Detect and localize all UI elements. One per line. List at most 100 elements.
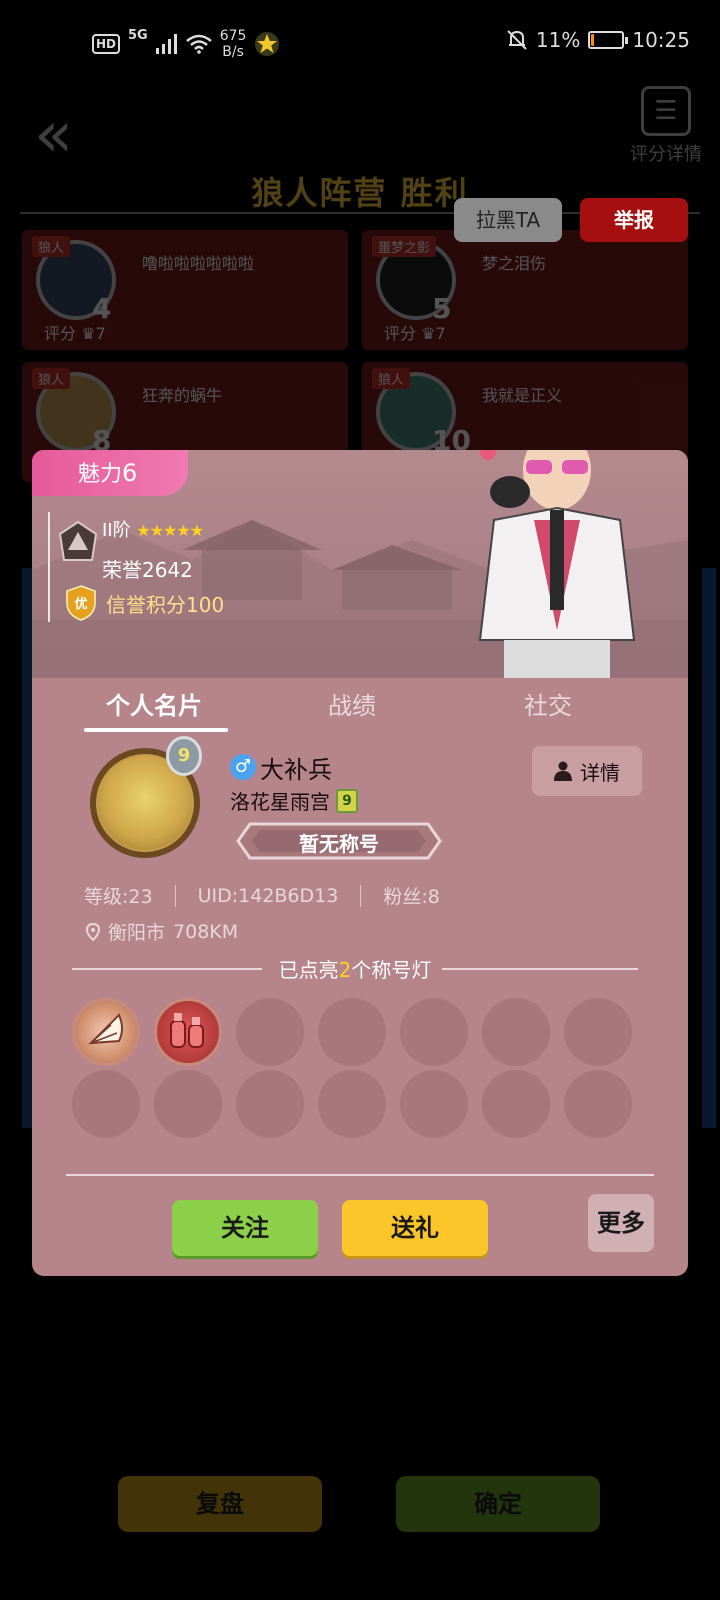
title-lamp-empty — [482, 1070, 550, 1138]
stat-separator — [360, 884, 362, 907]
more-button[interactable]: 更多 — [588, 1194, 654, 1252]
credit-badge-text: 优 — [74, 596, 87, 612]
title-lamp-empty — [564, 998, 632, 1066]
rank-level-text: II阶 — [102, 520, 131, 541]
stat-separator — [174, 884, 176, 907]
player-score: 评分 ♛7 — [44, 324, 106, 343]
player-name: 梦之泪伤 — [482, 254, 547, 273]
person-icon — [554, 761, 572, 781]
location-pin-icon — [86, 922, 100, 941]
location: 衡阳市 708KM — [86, 918, 238, 945]
replay-button[interactable]: 复盘 — [118, 1476, 322, 1532]
fans-stat: 粉丝:8 — [383, 886, 440, 908]
hd-indicator: HD — [92, 34, 121, 54]
location-distance: 708KM — [173, 920, 239, 943]
signal-bars-icon — [155, 34, 177, 54]
blacklist-button[interactable]: 拉黑TA — [454, 198, 562, 242]
title-lamp-empty — [72, 1070, 140, 1138]
charm-badge: 魅力6 — [32, 450, 188, 496]
honor: 荣誉2642 — [102, 554, 203, 583]
status-bar: HD 5G 675 B/s 11% 10:25 — [0, 0, 720, 88]
title-lamp-empty — [318, 998, 386, 1066]
player-card[interactable]: 噩梦之影 5 梦之泪伤 评分 ♛7 — [362, 230, 688, 350]
gift-button[interactable]: 送礼 — [342, 1200, 488, 1256]
player-card[interactable]: 狼人 4 噜啦啦啦啦啦啦 评分 ♛7 — [22, 230, 348, 350]
clock: 10:25 — [632, 28, 690, 52]
list-icon: ☰ — [641, 86, 691, 136]
guild-info[interactable]: 洛花星雨宫 9 — [230, 786, 358, 815]
star-app-icon — [255, 32, 280, 56]
signal-5g: 5G — [128, 28, 148, 43]
footer-divider — [66, 1174, 654, 1176]
tab-profile-card[interactable]: 个人名片 — [106, 686, 202, 721]
title-lamp-empty — [236, 1070, 304, 1138]
player-score-value: 7 — [95, 324, 106, 343]
rank-emblem-icon — [58, 520, 98, 561]
active-tab-indicator — [84, 728, 228, 732]
profile-header: 魅力6 II阶 ★★★★★ 荣誉2642 优 信誉积分100 — [32, 450, 688, 678]
player-score-value: 7 — [435, 324, 446, 343]
player-score-label: 评分 — [384, 324, 417, 343]
title-lamp-empty — [318, 1070, 386, 1138]
status-left: HD 5G 675 B/s — [92, 28, 280, 60]
title-lamp-fan-icon[interactable] — [72, 998, 140, 1066]
detail-label: 详情 — [580, 760, 620, 785]
credit-label: 信誉积分 — [106, 592, 186, 617]
lit-count: 2 — [338, 958, 352, 982]
net-speed-value: 675 — [219, 28, 247, 44]
wifi-icon — [185, 34, 212, 54]
credit-text: 信誉积分100 — [106, 589, 224, 618]
guild-level-badge: 9 — [336, 788, 358, 813]
net-speed-unit: B/s — [222, 44, 244, 60]
player-tag: 噩梦之影 — [372, 236, 437, 257]
mute-bell-icon — [507, 30, 527, 50]
rank-level: II阶 ★★★★★ — [102, 516, 204, 542]
player-score: 评分 ♛7 — [384, 324, 446, 343]
location-city: 衡阳市 — [108, 922, 166, 944]
title-lamp-empty — [154, 1070, 222, 1138]
rating-detail-label: 评分详情 — [630, 144, 702, 165]
player-name: 我就是正义 — [482, 386, 563, 405]
title-lamp-empty — [564, 1070, 632, 1138]
rank-stars: ★★★★★ — [136, 521, 204, 540]
title-lamp-empty — [400, 1070, 468, 1138]
player-nickname: 大补兵 — [260, 756, 332, 784]
level-stat: 等级:23 — [84, 886, 153, 908]
battery-icon — [588, 31, 629, 49]
status-right: 11% 10:25 — [506, 28, 690, 52]
lit-titles-text: 已点亮2个称号灯 — [72, 954, 638, 983]
battery-fill — [591, 34, 595, 46]
guild-name: 洛花星雨宫 — [230, 790, 330, 814]
credit-value: 100 — [186, 592, 225, 617]
detail-button[interactable]: 详情 — [532, 746, 642, 796]
follow-button[interactable]: 关注 — [172, 1200, 318, 1256]
back-arrow-icon[interactable]: « — [34, 98, 73, 172]
credit-info: 优 信誉积分100 — [48, 584, 224, 622]
rating-detail-button[interactable]: ☰ 评分详情 — [630, 86, 702, 166]
title-lamp-empty — [236, 998, 304, 1066]
player-tag: 狼人 — [372, 368, 411, 389]
profile-card: 魅力6 II阶 ★★★★★ 荣誉2642 优 信誉积分100 个人名片 战绩 社… — [32, 450, 688, 1276]
tab-record[interactable]: 战绩 — [328, 686, 376, 721]
credit-shield-icon: 优 — [66, 585, 96, 621]
confirm-button[interactable]: 确定 — [396, 1476, 600, 1532]
title-placeholder: 暂无称号 — [299, 832, 379, 856]
fan-icon — [88, 1013, 123, 1045]
profile-tabs: 个人名片 战绩 社交 — [32, 678, 688, 732]
player-tag: 狼人 — [32, 368, 71, 389]
side-strip — [702, 848, 716, 988]
character-avatar-illustration — [478, 450, 636, 678]
side-strip — [702, 708, 716, 848]
battery-percent: 11% — [535, 28, 581, 52]
potion-icon — [170, 1013, 204, 1048]
honor-value: 2642 — [142, 558, 193, 582]
title-lamp-potion-icon[interactable] — [154, 998, 222, 1066]
player-name: 噜啦啦啦啦啦啦 — [142, 254, 255, 273]
charm-label: 魅力 — [78, 462, 123, 487]
net-speed: 675 B/s — [220, 28, 247, 60]
player-tag: 狼人 — [32, 236, 71, 257]
charm-value: 6 — [122, 459, 138, 487]
report-button[interactable]: 举报 — [580, 198, 688, 242]
tab-social[interactable]: 社交 — [524, 686, 572, 721]
side-strip — [702, 568, 716, 708]
